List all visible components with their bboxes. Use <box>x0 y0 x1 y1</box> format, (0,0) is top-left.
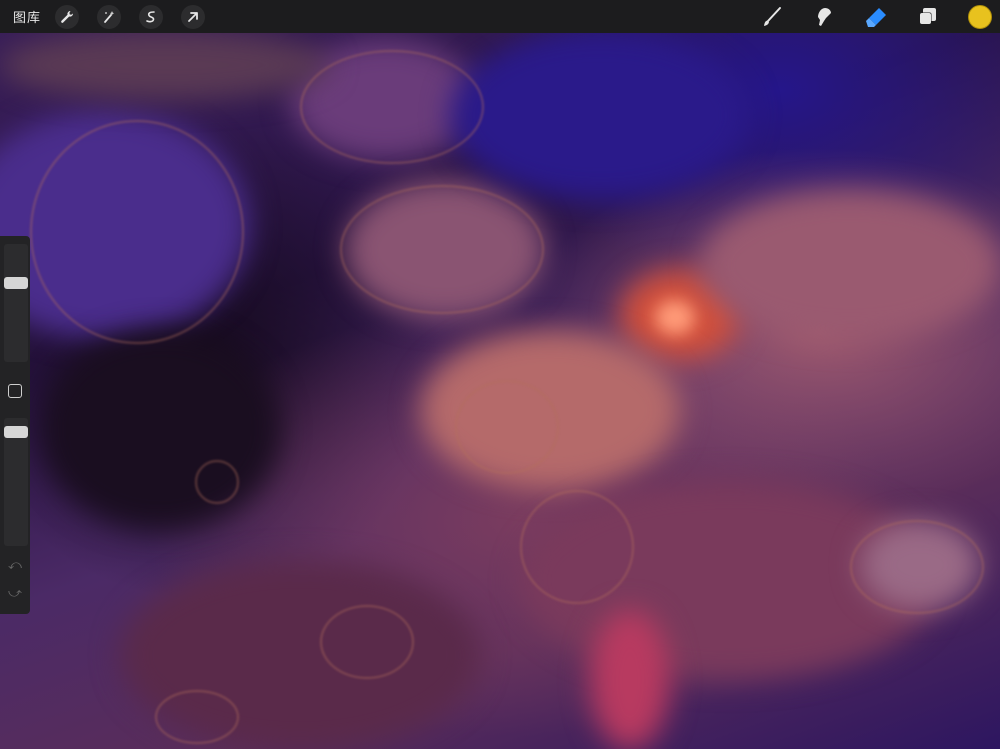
paint-blob <box>700 190 1000 340</box>
color-swatch <box>968 4 992 29</box>
sketch-outline <box>155 690 239 744</box>
brush-size-thumb[interactable] <box>4 276 28 289</box>
smudge-tool[interactable] <box>812 5 836 29</box>
color-button[interactable] <box>968 4 992 29</box>
sketch-outline <box>850 520 984 614</box>
sketch-outline <box>340 185 544 314</box>
actions-button[interactable] <box>55 4 80 29</box>
paint-blob <box>40 330 280 530</box>
paint-blob <box>590 610 670 749</box>
layers-icon <box>919 7 936 24</box>
sketch-outline <box>455 380 559 474</box>
top-toolbar: 图库 <box>0 0 1000 33</box>
brush-size-slider[interactable] <box>4 244 28 362</box>
redo-icon[interactable]: ⤻ <box>8 586 22 601</box>
sketch-outline <box>30 120 244 344</box>
undo-icon[interactable]: ⤺ <box>8 558 22 573</box>
wrench-icon <box>61 10 74 23</box>
layers-button[interactable] <box>916 5 940 29</box>
smudge-icon <box>818 7 831 26</box>
modify-button[interactable] <box>8 384 22 398</box>
brush-icon <box>764 6 781 26</box>
transform-button[interactable] <box>181 4 206 29</box>
sketch-outline <box>320 605 414 679</box>
left-sidebar: ⤺ ⤻ <box>0 236 30 614</box>
move-icon <box>188 11 198 22</box>
adjustments-button[interactable] <box>97 4 122 29</box>
sketch-outline <box>300 50 484 164</box>
paint-blob <box>0 30 330 100</box>
paint-blob <box>450 30 750 200</box>
eraser-icon <box>866 7 886 27</box>
sketch-outline <box>520 490 634 604</box>
opacity-thumb[interactable] <box>4 426 28 439</box>
selection-button[interactable] <box>139 4 164 29</box>
eraser-tool[interactable] <box>864 5 888 29</box>
gallery-button[interactable]: 图库 <box>13 7 41 26</box>
brush-tool[interactable] <box>760 5 784 29</box>
paint-blob <box>655 300 695 335</box>
magic-wand-icon <box>104 10 115 23</box>
selection-icon <box>146 10 155 22</box>
sketch-outline <box>195 460 239 504</box>
painting-tools <box>760 0 992 33</box>
actions-toolbar <box>55 4 206 29</box>
drawing-canvas[interactable] <box>0 0 1000 749</box>
